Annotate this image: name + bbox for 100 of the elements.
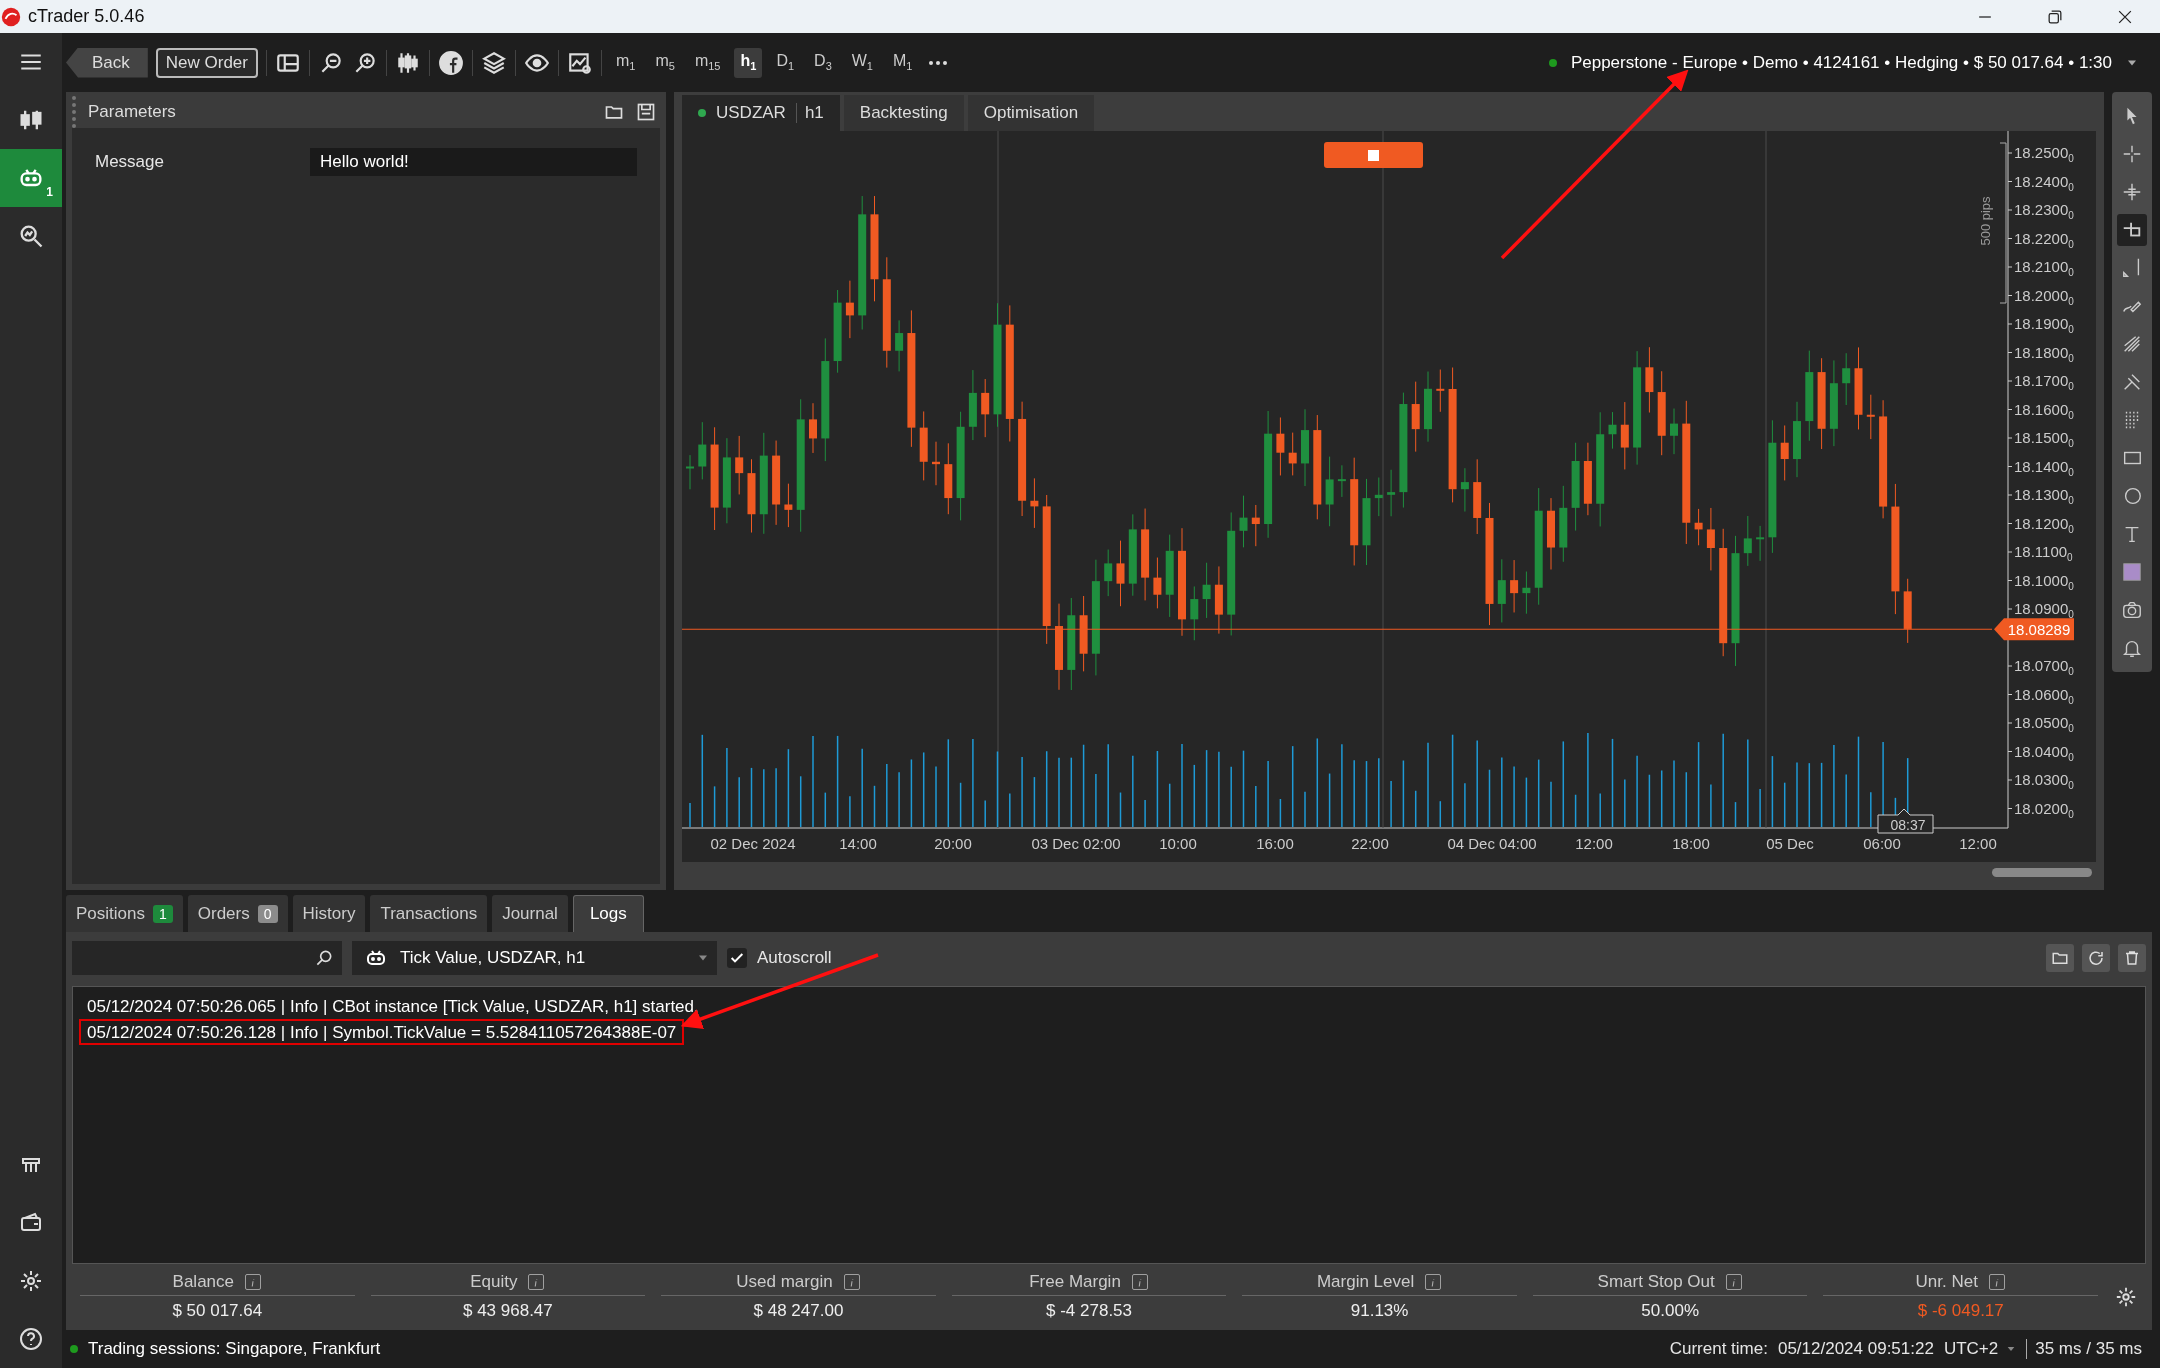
current-time: 05/12/2024 09:51:22 [1777, 1339, 1934, 1359]
timeframe-button[interactable]: W$_{1}$ [845, 47, 879, 78]
time-label: 22:00 [1351, 835, 1389, 852]
account-info[interactable]: Pepperstone - Europe • Demo • 4124161 • Hedging • $ 50 017.64 • 1:30 [1570, 52, 2112, 73]
chart-tab[interactable]: Backtesting [843, 95, 964, 131]
layers-icon[interactable] [481, 49, 507, 76]
panel-tab[interactable]: Logs [572, 895, 644, 932]
timeframe-button[interactable]: h$_{1}$ [734, 47, 763, 78]
trash-icon[interactable] [2123, 949, 2141, 967]
price-label: 18.1100$_{0}$ [2007, 543, 2073, 563]
new-order-button[interactable]: New Order [155, 47, 258, 78]
letter-f-circle-icon[interactable] [438, 49, 464, 76]
timezone-selector[interactable]: UTC+2 [1943, 1339, 1999, 1359]
settings-icon[interactable] [2115, 1286, 2138, 1308]
count-badge: 0 [257, 904, 278, 923]
price-label: 18.2500$_{0}$ [2007, 144, 2074, 164]
panel-tab[interactable]: Positions 1 [66, 895, 183, 932]
info-icon[interactable] [1724, 1272, 1743, 1291]
chart-tab[interactable]: Optimisation [967, 95, 1095, 131]
info-icon[interactable] [1130, 1272, 1149, 1291]
save-icon[interactable] [636, 102, 656, 122]
time-label: 18:00 [1672, 835, 1710, 852]
price-label: 18.1900$_{0}$ [2007, 315, 2074, 335]
timeframe-button[interactable]: m$_{5}$ [649, 47, 681, 78]
stop-button[interactable] [1324, 142, 1423, 168]
stat-value: $ 48 247.00 [752, 1300, 845, 1322]
price-label: 18.1500$_{0}$ [2007, 429, 2074, 449]
info-icon[interactable] [842, 1272, 861, 1291]
timeframe-button[interactable]: D$_{1}$ [770, 47, 801, 78]
stat-label: Smart Stop Out [1597, 1271, 1715, 1292]
price-label: 18.2100$_{0}$ [2007, 258, 2074, 278]
status-dot [698, 109, 706, 117]
timeframe-label: h1 [795, 103, 824, 123]
settings-icon[interactable] [19, 1269, 43, 1293]
drawing-tool[interactable] [2117, 214, 2147, 246]
refresh-icon[interactable] [2087, 949, 2105, 967]
stat-value: $ 50 017.64 [171, 1300, 264, 1322]
search-icon [314, 948, 334, 968]
time-label: 12:00 [1575, 835, 1613, 852]
checkbox-label[interactable]: Autoscroll [757, 948, 832, 968]
price-label: 18.0300$_{0}$ [2007, 771, 2074, 791]
price-label: 18.1400$_{0}$ [2007, 457, 2074, 478]
cursor-time-tag: 08:37 [1877, 808, 1934, 834]
stat-value: 50.00% [1640, 1300, 1700, 1322]
app-logo-icon [0, 5, 22, 28]
time-label: 05 Dec [1766, 835, 1814, 852]
stat-label: Balance [172, 1271, 234, 1292]
timeframe-button[interactable]: m$_{1}$ [610, 47, 642, 78]
tab-label: USDZAR [716, 103, 786, 123]
checkbox[interactable] [727, 948, 747, 968]
tab-label: Orders [197, 903, 250, 924]
field-label: Message [94, 152, 165, 172]
price-label: 18.0200$_{0}$ [2007, 799, 2074, 820]
timeframe-button[interactable]: D$_{3}$ [808, 47, 838, 78]
scrollbar-thumb[interactable] [1992, 867, 2092, 877]
info-icon[interactable] [1987, 1272, 2006, 1291]
time-label: Current time: [1669, 1339, 1768, 1359]
info-icon[interactable] [244, 1272, 262, 1291]
info-icon[interactable] [1424, 1272, 1443, 1291]
back-button[interactable]: Back [66, 47, 148, 78]
panel-tab[interactable]: Transactions [370, 895, 488, 932]
time-label: 14:00 [839, 835, 877, 852]
help-icon[interactable] [19, 1327, 43, 1351]
time-label: 10:00 [1159, 835, 1197, 852]
window-title: cTrader 5.0.46 [28, 6, 146, 27]
price-label: 18.2400$_{0}$ [2007, 172, 2074, 193]
price-label: 18.1000$_{0}$ [2007, 571, 2074, 592]
time-label: 16:00 [1256, 835, 1294, 852]
time-label: 04 Dec 04:00 [1447, 835, 1537, 852]
time-label: 06:00 [1863, 835, 1901, 852]
timeframe-button[interactable]: m$_{15}$ [688, 47, 727, 78]
panel-tab[interactable]: History [292, 895, 366, 932]
color-swatch-icon [2121, 561, 2143, 583]
price-label: 18.2200$_{0}$ [2007, 229, 2074, 250]
info-icon[interactable] [527, 1272, 546, 1291]
current-price-marker: 18.08289 [1994, 618, 2074, 641]
sidebar-item[interactable]: 1 [0, 149, 62, 207]
chart-tab[interactable]: USDZAR h1 [682, 95, 840, 131]
time-label: 20:00 [934, 835, 972, 852]
trading-sessions: Trading sessions: Singapore, Frankfurt [88, 1339, 382, 1359]
panel-title: Parameters [88, 102, 177, 122]
price-label: 18.1200$_{0}$ [2007, 514, 2074, 535]
input-field[interactable]: Hello world! [310, 148, 637, 176]
crosshair-icon [2121, 143, 2143, 165]
stat-value: 91.13% [1349, 1300, 1410, 1322]
price-label: 18.0700$_{0}$ [2007, 657, 2074, 677]
time-label: 12:00 [1959, 835, 1997, 852]
crosshair-icon [2121, 181, 2143, 203]
search-field[interactable] [72, 941, 342, 975]
price-label: 18.1700$_{0}$ [2007, 372, 2074, 392]
count-badge: 1 [153, 904, 173, 923]
panel-tab[interactable]: Journal [492, 895, 568, 932]
stat-value: $ 43 968.47 [461, 1300, 554, 1322]
timeframe-button[interactable]: M$_{1}$ [887, 47, 919, 78]
time-label: 03 Dec 02:00 [1031, 835, 1121, 852]
stat-value: $ -6 049.17 [1916, 1300, 2005, 1322]
price-label: 18.1300$_{0}$ [2007, 486, 2074, 506]
price-label: 18.2000$_{0}$ [2007, 286, 2074, 307]
instance-dropdown[interactable]: Tick Value, USDZAR, h1 [352, 941, 717, 975]
panel-tab[interactable]: Orders 0 [187, 895, 288, 932]
